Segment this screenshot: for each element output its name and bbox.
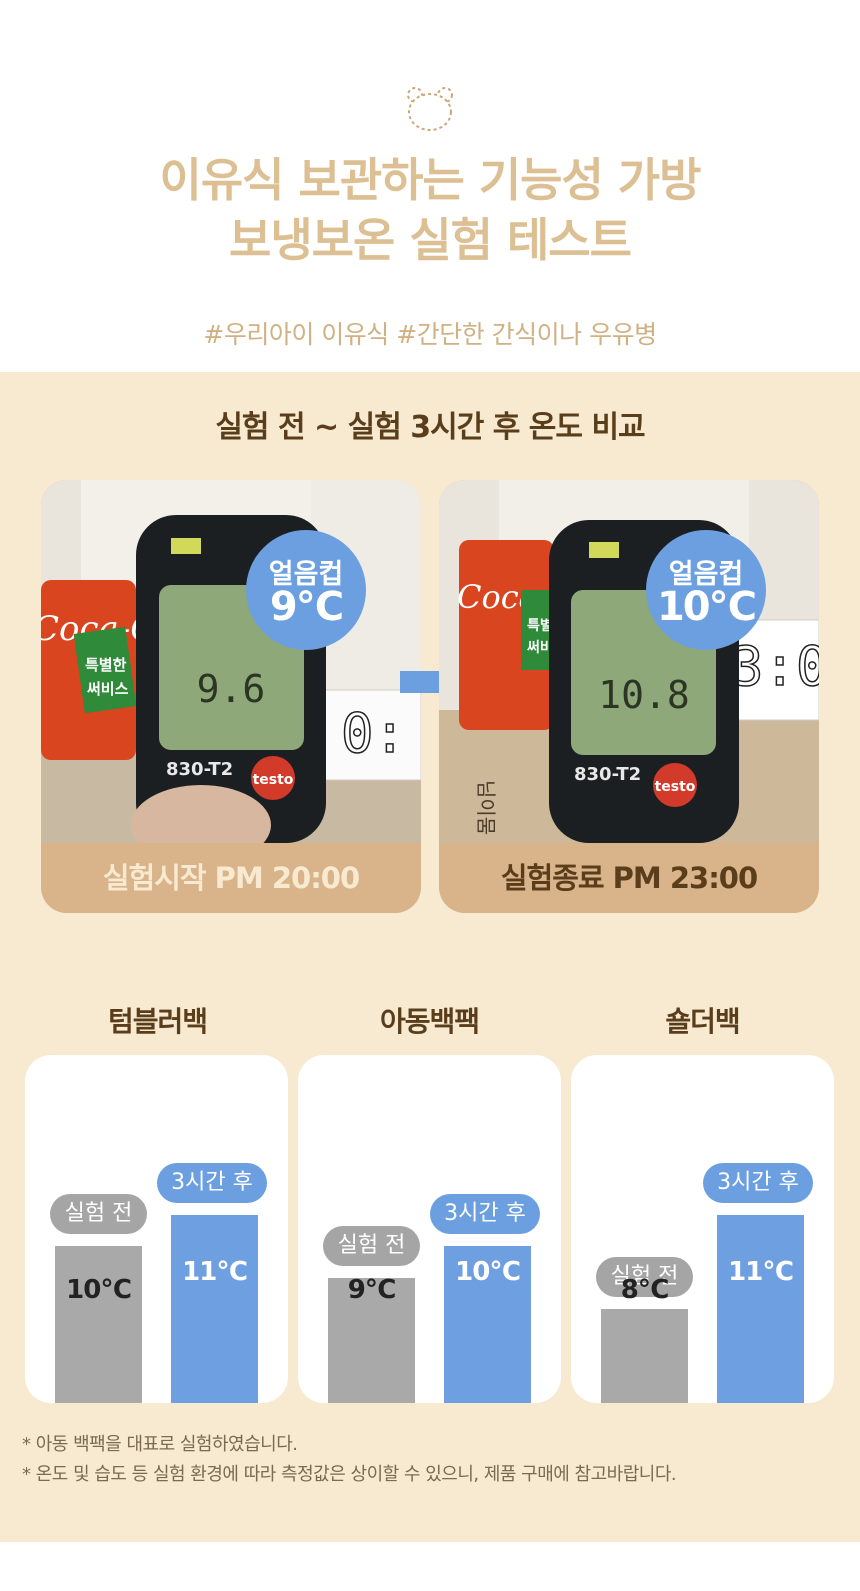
after-meter-model: 830-T2 (574, 764, 641, 785)
after-pill: 3시간 후 (703, 1163, 813, 1203)
chart-card-0: 실험 전 3시간 후 10℃ 11℃ (25, 1055, 288, 1403)
svg-text:님이뭄 10월호: 님이뭄 10월호 (474, 780, 498, 843)
svg-text:특별한: 특별한 (85, 656, 127, 674)
bar-label-after: 10℃ (455, 1257, 521, 1287)
bear-outline-icon (407, 87, 453, 131)
bar-after (171, 1215, 258, 1403)
footnote-2: * 온도 및 습도 등 실험 환경에 따라 측정값은 상이할 수 있으니, 제품… (22, 1464, 677, 1485)
svg-text:써비: 써비 (527, 639, 553, 656)
after-photo: 3:0 Coca-Cola 특별 써비 님이뭄 10월호 10.8 830-T2… (439, 480, 819, 843)
page-title: 이유식 보관하는 기능성 가방 보냉보온 실험 테스트 (0, 150, 860, 270)
category-title-kids-backpack: 아동백팩 (379, 1005, 480, 1038)
before-ice-badge: 얼음컵 9℃ (246, 530, 366, 650)
before-meter-brand: testo (253, 772, 294, 788)
before-photo: 0: Coca-Cola 특별한 써비스 9.6 830-T2 testo 얼음… (41, 480, 421, 843)
after-photo-card: 3:0 Coca-Cola 특별 써비 님이뭄 10월호 10.8 830-T2… (439, 480, 819, 913)
svg-text:0:: 0: (341, 702, 406, 765)
after-meter-brand: testo (655, 779, 696, 795)
after-pill: 3시간 후 (157, 1163, 267, 1203)
bar-label-before: 8℃ (620, 1275, 670, 1305)
hero-section: 이유식 보관하는 기능성 가방 보냉보온 실험 테스트 #우리아이 이유식 #간… (0, 0, 860, 372)
category-title-shoulder: 숄더백 (665, 1005, 740, 1038)
hashtags: #우리아이 이유식 #간단한 간식이나 우유병 (203, 320, 657, 349)
bar-before (55, 1246, 142, 1403)
after-display-reading: 10.8 (598, 673, 690, 717)
bar-label-before: 10℃ (66, 1275, 132, 1305)
before-pill: 실험 전 (323, 1226, 420, 1266)
before-caption: 실험시작 PM 20:00 (41, 843, 421, 913)
before-pill: 실험 전 (50, 1194, 147, 1234)
bar-label-before: 9℃ (347, 1275, 397, 1305)
after-ice-badge: 얼음컵 10℃ (646, 530, 766, 650)
chart-card-2: 실험 전 3시간 후 8℃ 11℃ (571, 1055, 834, 1403)
chart-card-1: 실험 전 3시간 후 9℃ 10℃ (298, 1055, 561, 1403)
after-caption: 실험종료 PM 23:00 (439, 843, 819, 913)
before-meter-model: 830-T2 (166, 759, 233, 780)
footnotes: * 아동 백팩을 대표로 실험하였습니다. * 온도 및 습도 등 실험 환경에… (22, 1430, 677, 1490)
before-photo-card: 0: Coca-Cola 특별한 써비스 9.6 830-T2 testo 얼음… (41, 480, 421, 913)
title-line-1: 이유식 보관하는 기능성 가방 (159, 153, 702, 207)
after-badge-temp: 10℃ (656, 584, 757, 630)
svg-text:써비스: 써비스 (87, 680, 129, 698)
bar-label-after: 11℃ (182, 1257, 248, 1287)
before-badge-temp: 9℃ (269, 584, 344, 630)
before-display-reading: 9.6 (197, 667, 266, 711)
title-line-2: 보냉보온 실험 테스트 (229, 213, 632, 267)
after-pill: 3시간 후 (430, 1194, 540, 1234)
svg-text:특별: 특별 (527, 617, 553, 634)
bar-label-after: 11℃ (728, 1257, 794, 1287)
bar-after (717, 1215, 804, 1403)
category-title-tumbler: 텀블러백 (107, 1005, 208, 1038)
bar-before (601, 1309, 688, 1403)
svg-text:3:0: 3:0 (731, 635, 819, 698)
comparison-title: 실험 전 ~ 실험 3시간 후 온도 비교 (215, 410, 645, 445)
footnote-1: * 아동 백팩을 대표로 실험하였습니다. (22, 1434, 298, 1455)
